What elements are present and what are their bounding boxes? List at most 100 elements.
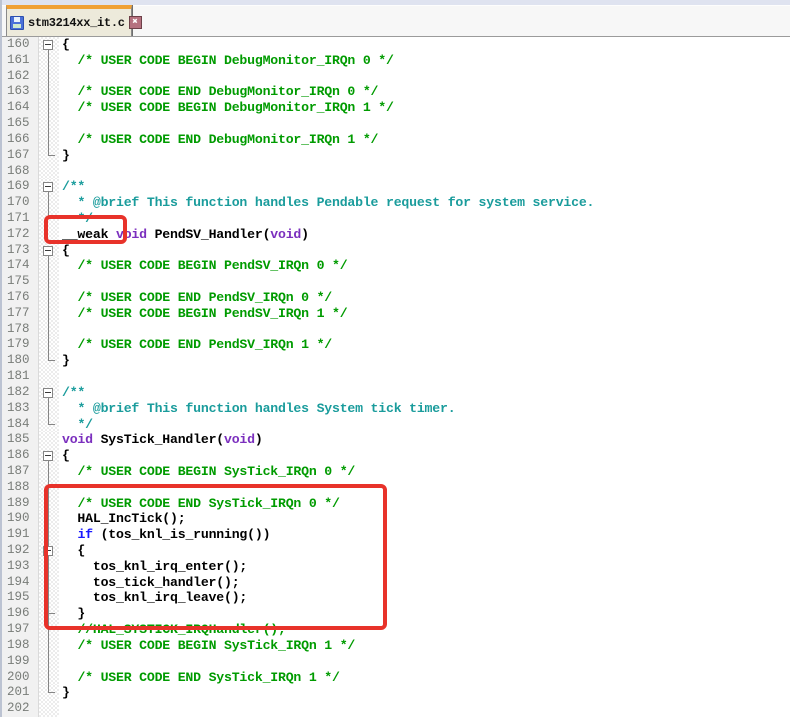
line-number: 186 [2,448,39,464]
line-number: 181 [2,369,39,385]
line-number: 162 [2,68,39,85]
code-text: /* USER CODE BEGIN SysTick_IRQn 0 */ [77,463,356,479]
line-number: 191 [2,527,39,543]
code-line: 173 { [2,242,790,259]
code-text: HAL_IncTick(); [62,511,186,527]
fold-margin [39,195,59,211]
fold-margin [39,463,59,480]
line-number: 198 [2,637,39,654]
fold-margin [39,416,59,433]
code-lines: 160 {161 /* USER CODE BEGIN DebugMonitor_… [2,37,790,717]
line-number: 164 [2,100,39,117]
fold-margin [39,653,59,670]
code-text: /* USER CODE BEGIN PendSV_IRQn 1 */ [77,305,348,321]
code-text: /* USER CODE END SysTick_IRQn 1 */ [77,669,340,685]
fold-margin [39,685,59,702]
code-line: 196 } [2,606,790,623]
fold-margin [39,432,59,449]
code-line: 179 /* USER CODE END PendSV_IRQn 1 */ [2,337,790,354]
code-text: /* USER CODE END PendSV_IRQn 1 */ [77,337,332,353]
code-text: if (tos_knl_is_running()) [77,527,271,543]
line-number: 161 [2,52,39,69]
fold-margin [39,337,59,354]
code-line: 161 /* USER CODE BEGIN DebugMonitor_IRQn… [2,52,790,69]
fold-margin [39,574,59,591]
code-line: 178 [2,321,790,338]
code-text: { [62,242,70,258]
line-number: 192 [2,543,39,559]
fold-margin [39,131,59,148]
fold-toggle[interactable] [39,384,59,401]
code-text: /* USER CODE BEGIN DebugMonitor_IRQn 0 *… [77,52,394,68]
fold-toggle[interactable] [39,179,59,196]
code-line: 186 { [2,448,790,464]
fold-margin [39,511,59,528]
code-line: 180} [2,353,790,370]
line-number: 188 [2,479,39,496]
line-number: 194 [2,574,39,591]
code-line: 191 if (tos_knl_is_running()) [2,527,790,543]
line-number: 182 [2,384,39,401]
code-editor[interactable]: 160 {161 /* USER CODE BEGIN DebugMonitor_… [2,37,790,717]
line-number: 185 [2,432,39,449]
code-text: /* USER CODE BEGIN SysTick_IRQn 1 */ [77,637,356,653]
code-line: 198 /* USER CODE BEGIN SysTick_IRQn 1 */ [2,637,790,654]
fold-margin [39,84,59,101]
fold-margin [39,479,59,496]
code-text: __weak void PendSV_Handler(void) [62,226,309,242]
code-line: 175 [2,274,790,290]
line-number: 177 [2,305,39,322]
code-line: 201} [2,685,790,702]
line-number: 190 [2,511,39,528]
line-number: 163 [2,84,39,101]
line-number: 196 [2,606,39,623]
code-line: 176 /* USER CODE END PendSV_IRQn 0 */ [2,290,790,306]
code-text: /** [62,179,86,195]
line-number: 189 [2,495,39,512]
code-text: /* USER CODE END DebugMonitor_IRQn 0 */ [77,84,379,100]
fold-margin [39,669,59,686]
fold-margin [39,68,59,85]
code-line: 185 void SysTick_Handler(void) [2,432,790,449]
code-line: 197 //HAL_SYSTICK_IRQHandler(); [2,622,790,638]
line-number: 195 [2,590,39,607]
line-number: 173 [2,242,39,259]
fold-toggle[interactable] [39,37,59,53]
code-line: 188 [2,479,790,496]
line-number: 160 [2,37,39,53]
line-number: 172 [2,226,39,243]
fold-margin [39,305,59,322]
tab-title: stm3214xx_it.c [28,15,125,30]
code-line: 192 { [2,543,790,559]
line-number: 200 [2,669,39,686]
line-number: 174 [2,258,39,275]
tab-bar: stm3214xx_it.c ✖ [2,0,790,37]
fold-toggle[interactable] [39,242,59,259]
code-text: //HAL_SYSTICK_IRQHandler(); [77,622,286,638]
line-number: 184 [2,416,39,433]
tab-stm3214xx-it-c[interactable]: stm3214xx_it.c ✖ [6,5,142,36]
code-line: 177 /* USER CODE BEGIN PendSV_IRQn 1 */ [2,305,790,322]
line-number: 202 [2,701,39,717]
code-text: } [62,685,70,701]
fold-margin [39,290,59,306]
code-line: 193 tos_knl_irq_enter(); [2,558,790,575]
code-line: 172 __weak void PendSV_Handler(void) [2,226,790,243]
code-text: } [62,353,70,369]
code-text: /* USER CODE END DebugMonitor_IRQn 1 */ [77,131,379,147]
fold-toggle[interactable] [39,543,59,559]
line-number: 167 [2,147,39,164]
close-tab-button[interactable]: ✖ [128,16,142,29]
code-text: tos_tick_handler(); [62,574,240,590]
line-number: 193 [2,558,39,575]
fold-margin [39,321,59,338]
fold-margin [39,147,59,164]
code-text: /** [62,384,86,400]
code-line: 202 [2,701,790,717]
code-text: } [62,606,86,622]
fold-toggle[interactable] [39,448,59,464]
code-text: */ [77,210,93,226]
